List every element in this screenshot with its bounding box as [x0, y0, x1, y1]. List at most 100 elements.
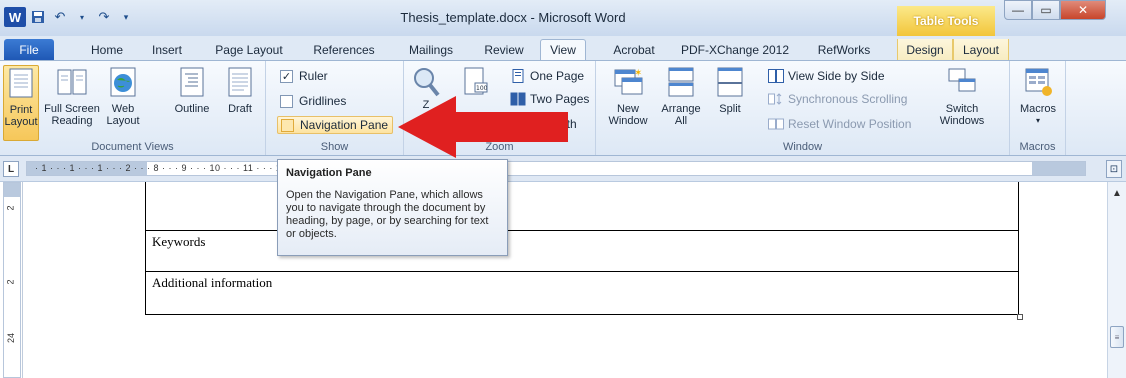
full-screen-reading-icon	[57, 69, 87, 95]
tab-layout[interactable]: Layout	[953, 39, 1009, 60]
undo-icon[interactable]: ↶	[50, 7, 70, 27]
draft-icon	[228, 67, 252, 97]
gridlines-checkbox[interactable]: Gridlines	[280, 94, 346, 108]
tab-pdf-xchange[interactable]: PDF-XChange 2012	[680, 39, 790, 60]
svg-text:✶: ✶	[634, 68, 642, 79]
maximize-button[interactable]: ▭	[1032, 0, 1060, 20]
horizontal-ruler[interactable]: · 1 · · · 1 · · · 1 · · · 2 · · · 8 · · …	[26, 161, 1086, 176]
tab-selector-button[interactable]: L	[3, 161, 19, 177]
print-layout-button[interactable]: Print Layout	[3, 65, 39, 141]
vertical-ruler-top-margin	[4, 183, 20, 197]
macros-label: Macros	[1019, 103, 1057, 115]
navigation-pane-label: Navigation Pane	[300, 118, 389, 132]
ruler-checkbox[interactable]: ✓ Ruler	[280, 69, 328, 83]
arrange-all-button[interactable]: Arrange All	[658, 65, 704, 127]
view-side-by-side-button[interactable]: View Side by Side	[768, 69, 885, 83]
tab-home[interactable]: Home	[82, 39, 132, 60]
web-layout-button[interactable]: Web Layout	[104, 65, 142, 127]
tab-review[interactable]: Review	[478, 39, 530, 60]
side-by-side-icon	[768, 69, 784, 83]
page-100-icon: 100	[464, 67, 488, 95]
switch-windows-button[interactable]: Switch Windows	[932, 65, 992, 127]
outline-label: Outline	[174, 103, 210, 115]
new-window-button[interactable]: ✶ New Window	[606, 65, 650, 127]
vertical-ruler[interactable]: 2 2 24	[3, 182, 21, 378]
tab-refworks[interactable]: RefWorks	[808, 39, 880, 60]
redo-icon[interactable]: ↷	[94, 7, 114, 27]
ribbon-tabs: File Home Insert Page Layout References …	[0, 36, 1126, 92]
title-bar: W ↶ ▾ ↷ ▾ Thesis_template.docx - Microso…	[0, 0, 1126, 36]
split-button[interactable]: Split	[712, 65, 748, 115]
tab-design[interactable]: Design	[897, 39, 953, 60]
view-ruler-icon[interactable]: ⊡	[1106, 160, 1122, 178]
gridlines-checkbox-box[interactable]	[280, 94, 293, 108]
group-document-views: Print Layout Full Screen Reading Web Lay…	[0, 61, 266, 155]
reset-window-position-button[interactable]: Reset Window Position	[768, 117, 911, 131]
group-window: ✶ New Window Arrange All Split View Side…	[596, 61, 1010, 155]
tab-references[interactable]: References	[306, 39, 382, 60]
macros-button[interactable]: Macros ▾	[1016, 65, 1060, 127]
synchronous-scrolling-button[interactable]: Synchronous Scrolling	[768, 92, 907, 106]
close-button[interactable]: ✕	[1060, 0, 1106, 20]
ruler-row: L · 1 · · · 1 · · · 1 · · · 2 · · · 8 · …	[0, 156, 1126, 182]
one-page-label: One Page	[530, 69, 585, 83]
ruler-right-margin	[1032, 162, 1085, 175]
reset-window-position-label: Reset Window Position	[788, 117, 912, 131]
reset-window-icon	[768, 118, 784, 130]
sync-scroll-icon	[768, 93, 782, 105]
table-tools-contextual-header: Table Tools	[897, 6, 995, 36]
outline-button[interactable]: Outline	[170, 65, 214, 115]
customize-quick-access-icon[interactable]: ▾	[116, 7, 136, 27]
tab-insert[interactable]: Insert	[142, 39, 192, 60]
full-screen-label-2: Reading	[51, 115, 93, 127]
save-icon[interactable]	[28, 7, 48, 27]
tab-file[interactable]: File	[4, 39, 54, 60]
macros-icon	[1025, 68, 1052, 96]
tab-page-layout[interactable]: Page Layout	[208, 39, 290, 60]
word-app-icon[interactable]: W	[4, 7, 26, 27]
globe-icon	[110, 67, 136, 97]
table-resize-handle[interactable]	[1017, 314, 1023, 320]
split-label: Split	[719, 103, 741, 115]
one-page-button[interactable]: One Page	[510, 69, 584, 83]
ruler-label: Ruler	[299, 69, 328, 83]
web-layout-label-1: Web	[111, 103, 135, 115]
tooltip-description: Open the Navigation Pane, which allows y…	[286, 189, 489, 240]
navigation-pane-checkbox-box[interactable]	[281, 118, 294, 132]
navigation-pane-tooltip: Navigation Pane Open the Navigation Pane…	[277, 159, 508, 256]
dropdown-arrow-icon[interactable]: ▾	[72, 7, 92, 27]
group-label-window: Window	[782, 141, 823, 153]
arrange-all-label-1: Arrange	[661, 103, 701, 115]
scrollbar-thumb[interactable]: ≡	[1110, 326, 1124, 348]
tab-mailings[interactable]: Mailings	[400, 39, 462, 60]
switch-windows-label-1: Switch	[945, 103, 979, 115]
table-row-additional-information[interactable]: Additional information	[145, 271, 1019, 315]
document-area: 2 2 24 Keywords Additional information ▲…	[0, 182, 1126, 378]
minimize-button[interactable]: —	[1004, 0, 1032, 20]
new-window-icon: ✶	[614, 68, 643, 95]
one-page-icon	[512, 69, 524, 83]
arrange-all-icon	[668, 67, 694, 97]
vertical-scrollbar[interactable]: ▲ ≡	[1107, 182, 1126, 378]
arrange-all-label-2: All	[674, 115, 688, 127]
navigation-pane-checkbox[interactable]: Navigation Pane	[277, 116, 394, 134]
scroll-up-icon[interactable]: ▲	[1112, 188, 1122, 199]
group-label-macros: Macros	[1019, 141, 1056, 153]
window-controls: — ▭ ✕	[1004, 0, 1106, 22]
switch-windows-label-2: Windows	[939, 115, 985, 127]
web-layout-label-2: Layout	[106, 115, 140, 127]
svg-text:100: 100	[476, 85, 488, 92]
full-screen-label-1: Full Screen	[44, 103, 100, 115]
tooltip-title: Navigation Pane	[286, 167, 372, 179]
new-window-label-2: Window	[608, 115, 648, 127]
tab-view[interactable]: View	[540, 39, 586, 60]
tab-acrobat[interactable]: Acrobat	[606, 39, 662, 60]
draft-button[interactable]: Draft	[222, 65, 258, 115]
red-arrow-annotation	[398, 96, 568, 158]
group-label-document-views: Document Views	[91, 141, 174, 153]
vruler-mark-3: 24	[6, 332, 17, 344]
ruler-checkbox-box[interactable]: ✓	[280, 69, 293, 83]
print-layout-label-2: Layout	[4, 116, 38, 128]
print-layout-label-1: Print	[9, 104, 33, 116]
full-screen-reading-button[interactable]: Full Screen Reading	[44, 65, 100, 127]
